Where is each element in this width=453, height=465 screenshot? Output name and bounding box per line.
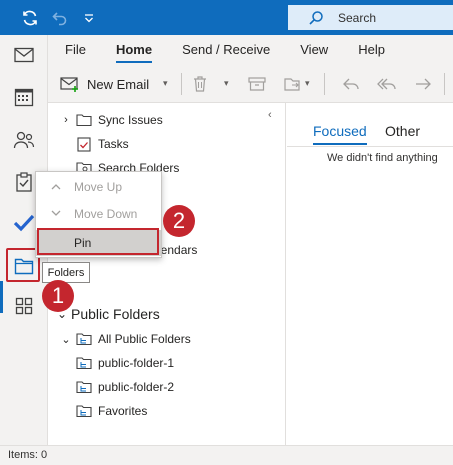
folder-label: public-folder-2 (98, 380, 175, 394)
collapse-icon[interactable]: ⌄ (60, 333, 72, 346)
tab-view[interactable]: View (283, 35, 341, 65)
folder-sync-issues[interactable]: › Sync Issues (60, 109, 163, 131)
new-email-label: New Email (87, 76, 150, 92)
tooltip-label: Folders (47, 266, 85, 279)
move-icon[interactable] (282, 73, 304, 95)
chevron-up-icon (47, 182, 65, 193)
mail-icon[interactable] (8, 40, 40, 70)
archive-icon[interactable] (246, 73, 268, 95)
delete-icon[interactable] (189, 73, 211, 95)
title-bar: Search (0, 0, 453, 35)
move-dropdown-icon[interactable]: ▾ (305, 78, 310, 89)
tab-home[interactable]: Home (99, 35, 165, 65)
folder-tasks[interactable]: Tasks (60, 133, 129, 155)
badge-number: 1 (51, 283, 65, 308)
forward-icon[interactable] (412, 73, 434, 95)
folder-all-public-folders[interactable]: ⌄ All Public Folders (60, 328, 191, 350)
badge-number: 2 (172, 208, 186, 233)
customize-quick-access-icon[interactable] (78, 7, 100, 29)
chevron-down-icon (47, 209, 65, 220)
item-count: Items: 0 (8, 449, 48, 461)
collapse-pane-icon[interactable]: ‹ (268, 109, 272, 121)
step-badge-2: 2 (163, 205, 195, 237)
folder-label: public-folder-1 (98, 356, 175, 370)
expand-icon[interactable]: › (60, 114, 72, 126)
new-email-button[interactable]: New Email (60, 72, 149, 96)
public-folders-header[interactable]: ⌄ Public Folders (56, 303, 160, 325)
divider (287, 146, 453, 147)
calendar-icon[interactable] (8, 82, 40, 112)
public-folder-icon (76, 403, 92, 419)
new-email-dropdown-icon[interactable]: ▾ (163, 78, 168, 89)
search-box[interactable]: Search (288, 5, 453, 30)
reply-all-icon[interactable] (376, 73, 398, 95)
ribbon-toolbar: New Email ▾ ▾ ▾ (48, 65, 453, 103)
folder-label: Tasks (98, 137, 129, 151)
public-folders-label: Public Folders (71, 306, 160, 322)
tab-focused[interactable]: Focused (313, 123, 367, 145)
tab-help[interactable]: Help (341, 35, 398, 65)
folder-label: All Public Folders (98, 332, 191, 346)
status-bar: Items: 0 (0, 445, 453, 465)
folder-public-folder-1[interactable]: public-folder-1 (72, 352, 174, 374)
undo-icon[interactable] (49, 7, 71, 29)
folder-public-folder-2[interactable]: public-folder-2 (72, 376, 174, 398)
rail-active-indicator (0, 281, 3, 313)
ribbon-tabs: File Home Send / Receive View Help (48, 35, 453, 65)
message-list-pane: Focused Other We didn't find anything (287, 103, 453, 445)
folder-favorites[interactable]: Favorites (60, 400, 147, 422)
public-folder-icon (76, 355, 92, 371)
highlight-box-pin (37, 228, 159, 255)
toolbar-divider (181, 73, 182, 95)
empty-list-message: We didn't find anything (327, 152, 438, 164)
toolbar-divider (324, 73, 325, 95)
folder-label: Favorites (98, 404, 148, 418)
folders-tooltip: Folders (42, 262, 90, 283)
menu-item-label: Move Up (74, 180, 123, 194)
people-icon[interactable] (8, 125, 40, 155)
folder-label: lendars (158, 243, 198, 257)
toolbar-divider (444, 73, 445, 95)
tasks-folder-icon (76, 136, 92, 152)
folder-label: Sync Issues (98, 113, 163, 127)
public-folder-icon (76, 379, 92, 395)
tab-other[interactable]: Other (385, 123, 420, 139)
menu-item-label: Move Down (74, 207, 138, 221)
apps-icon[interactable] (8, 291, 40, 321)
delete-dropdown-icon[interactable]: ▾ (224, 78, 229, 89)
menu-item-move-up[interactable]: Move Up (36, 174, 161, 200)
new-email-icon (60, 76, 80, 92)
folder-icon (76, 112, 92, 128)
step-badge-1: 1 (42, 280, 74, 312)
search-label: Search (338, 10, 377, 25)
menu-item-move-down[interactable]: Move Down (36, 201, 161, 227)
sync-icon[interactable] (19, 7, 41, 29)
tab-send-receive[interactable]: Send / Receive (165, 35, 283, 65)
search-icon (308, 10, 324, 26)
folder-calendars[interactable]: lendars (158, 239, 197, 261)
public-folder-icon (76, 331, 92, 347)
reply-icon[interactable] (340, 73, 362, 95)
tab-file[interactable]: File (48, 35, 99, 65)
